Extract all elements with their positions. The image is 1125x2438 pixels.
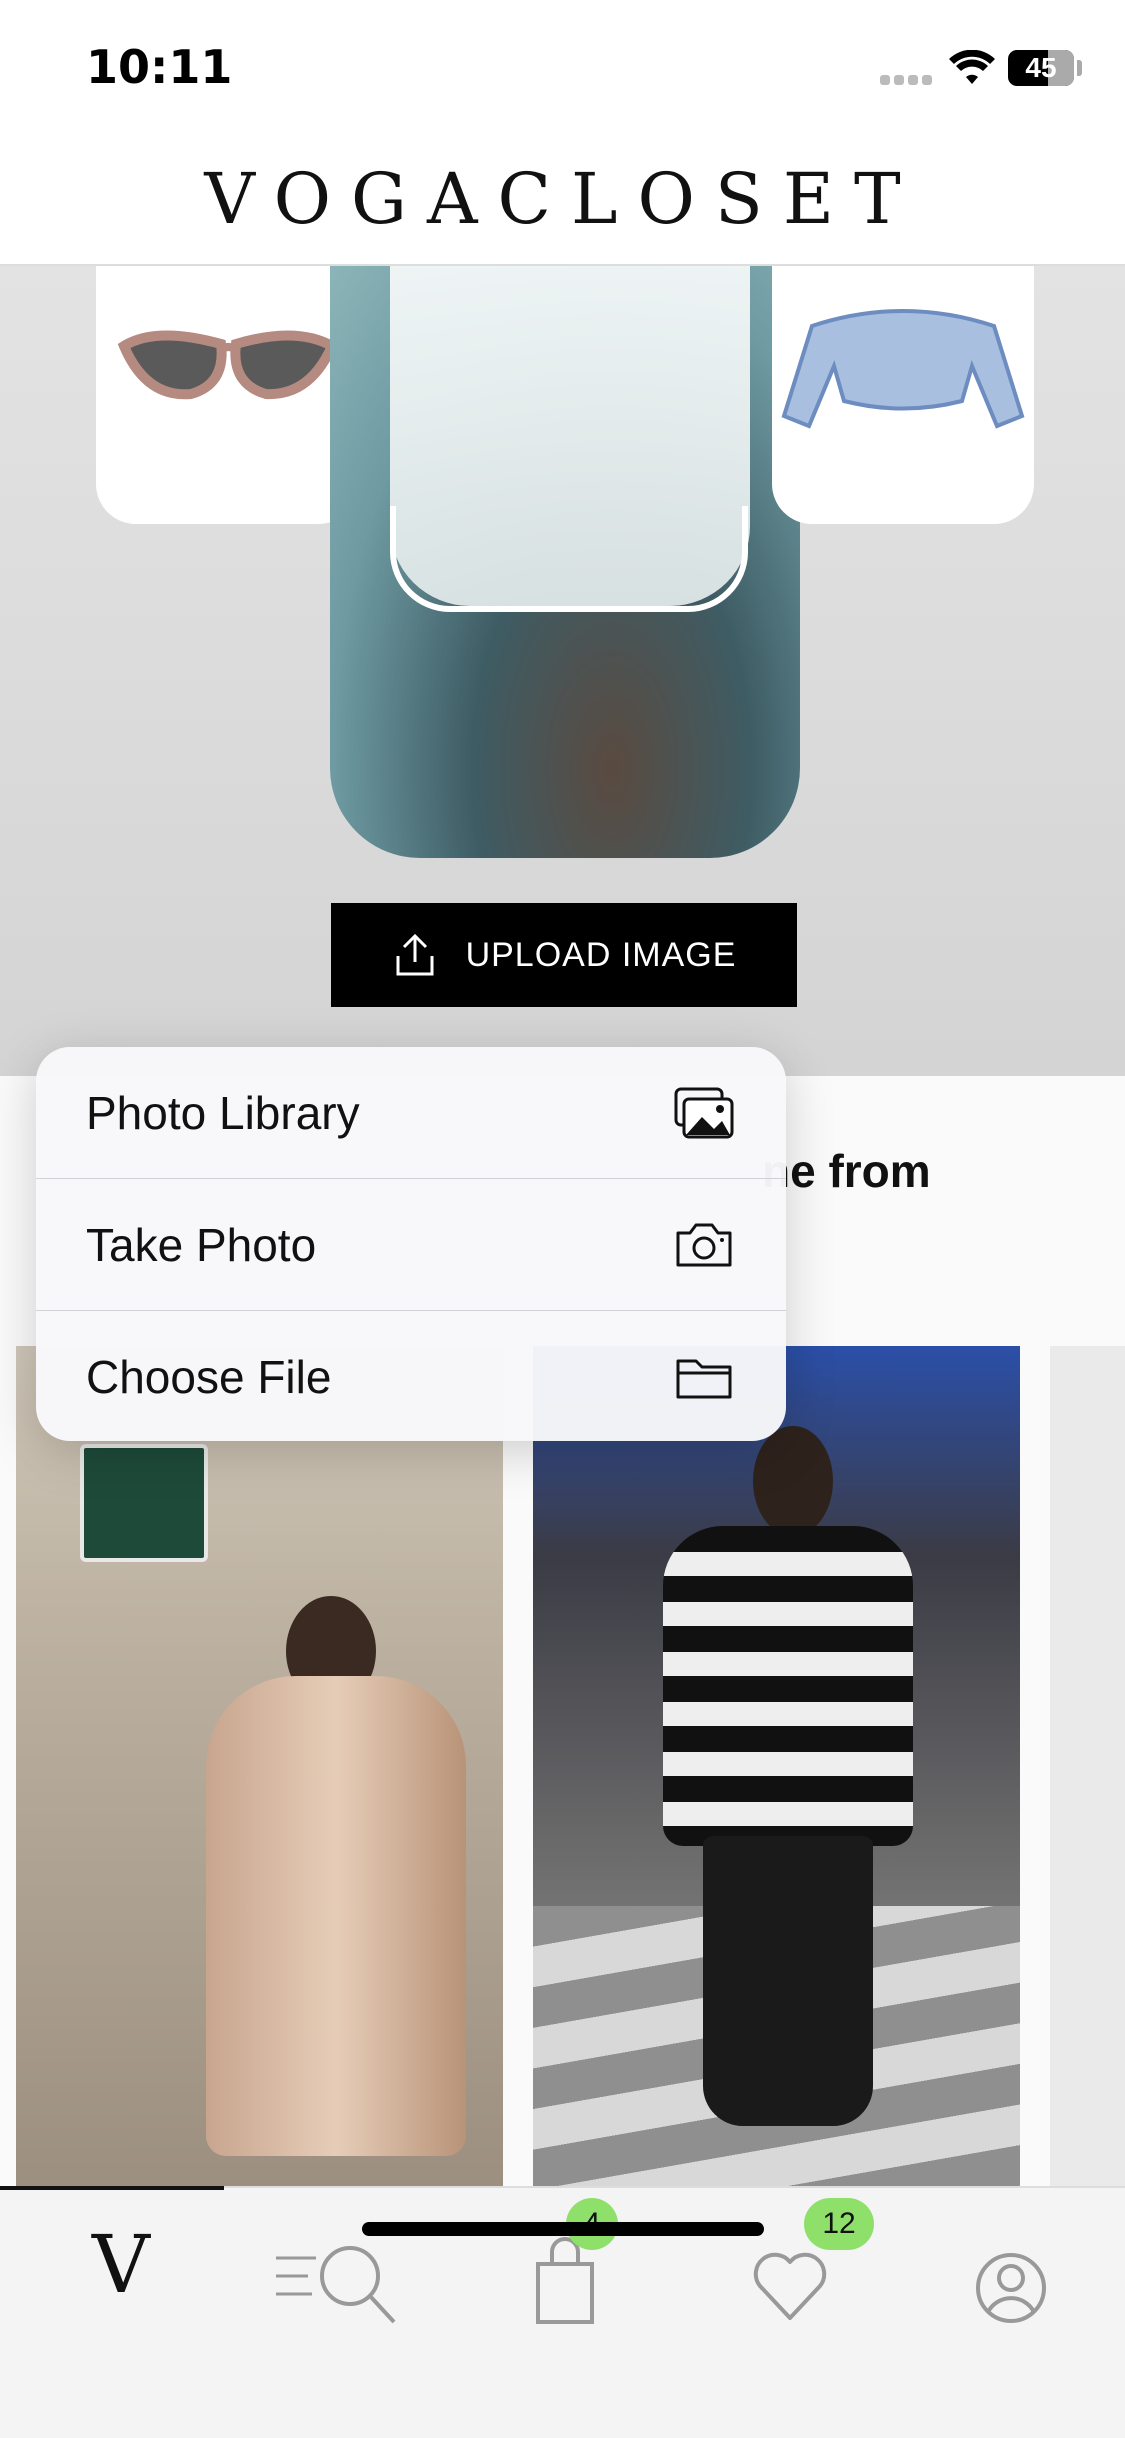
search-icon[interactable] xyxy=(272,2228,402,2328)
street-sign-image xyxy=(80,1444,208,1562)
striped-sweater-image xyxy=(663,1526,913,1846)
app-header: VOGACLOSET xyxy=(0,130,1125,266)
upload-image-button[interactable]: UPLOAD IMAGE xyxy=(331,903,797,1007)
blouse-image xyxy=(781,309,1025,429)
cellular-signal-icon xyxy=(880,72,936,90)
wifi-icon xyxy=(949,50,995,84)
blouse-card[interactable] xyxy=(772,266,1034,524)
model-head xyxy=(753,1426,833,1536)
active-tab-indicator xyxy=(0,2186,224,2190)
scan-frame xyxy=(390,506,748,612)
menu-item-label: Take Photo xyxy=(86,1218,317,1271)
upload-label: UPLOAD IMAGE xyxy=(465,935,737,974)
menu-item-take-photo[interactable]: Take Photo xyxy=(36,1179,786,1311)
menu-item-label: Photo Library xyxy=(86,1086,360,1139)
clock: 10:11 xyxy=(86,40,233,94)
hero-section: UPLOAD IMAGE xyxy=(0,266,1125,1076)
section-title: ne from xyxy=(762,1145,931,1197)
sunglasses-image xyxy=(117,330,339,400)
look-photo[interactable] xyxy=(533,1346,1020,2186)
photo-library-icon xyxy=(674,1087,734,1139)
camera-icon xyxy=(676,1223,732,1267)
home-indicator xyxy=(362,2222,764,2236)
menu-item-label: Choose File xyxy=(86,1350,332,1403)
upload-icon xyxy=(396,933,434,976)
profile-icon[interactable] xyxy=(974,2228,1048,2328)
main-photo[interactable] xyxy=(330,266,800,858)
battery-tip xyxy=(1077,60,1082,76)
menu-item-photo-library[interactable]: Photo Library xyxy=(36,1047,786,1179)
sunglasses-card[interactable] xyxy=(96,266,358,524)
image-source-menu: Photo Library Take Photo Choose File xyxy=(36,1047,786,1441)
look-photo[interactable] xyxy=(1050,1346,1125,2186)
brand-logo[interactable]: VOGACLOSET xyxy=(0,158,1125,240)
look-photo[interactable] xyxy=(16,1346,503,2186)
battery-icon: 45 xyxy=(1008,50,1074,86)
battery-level: 45 xyxy=(1025,52,1057,83)
tab-home[interactable]: V xyxy=(92,2218,150,2318)
satin-skirt-image xyxy=(703,1836,873,2126)
favorites-count-badge: 12 xyxy=(804,2198,874,2250)
status-bar: 10:11 45 xyxy=(0,0,1125,130)
trench-coat-image xyxy=(206,1676,466,2156)
menu-item-choose-file[interactable]: Choose File xyxy=(36,1311,786,1441)
folder-icon xyxy=(676,1359,732,1399)
